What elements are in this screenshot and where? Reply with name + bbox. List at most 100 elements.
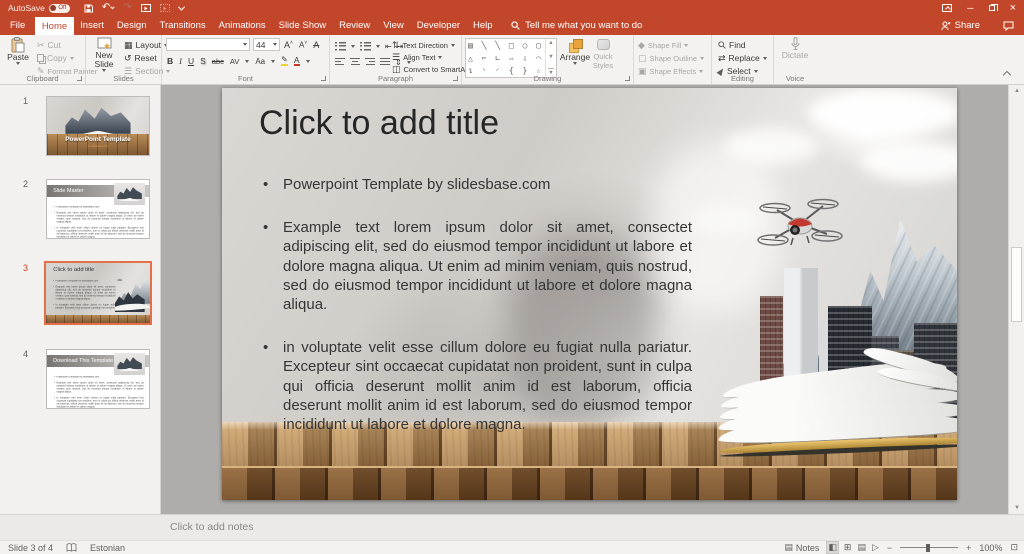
replace-dropdown-icon[interactable] xyxy=(763,57,767,60)
vertical-scrollbar[interactable]: ▲ ▼ xyxy=(1008,85,1024,514)
tab-developer[interactable]: Developer xyxy=(410,16,466,35)
paste-button[interactable]: Paste xyxy=(3,37,33,65)
strikethrough-button[interactable]: abc xyxy=(212,57,224,66)
align-center-button[interactable] xyxy=(350,58,360,66)
select-dropdown-icon[interactable] xyxy=(754,70,758,73)
notes-pane[interactable]: Click to add notes xyxy=(0,514,1024,540)
arrange-button[interactable]: Arrange xyxy=(559,39,591,65)
tab-file[interactable]: File xyxy=(0,16,35,35)
thumbnail-slide-1[interactable]: PowerPoint Template by slidesbase.com xyxy=(46,96,150,156)
text-direction-dropdown-icon[interactable] xyxy=(451,44,455,47)
tab-design[interactable]: Design xyxy=(110,16,153,35)
numbering-dropdown-icon[interactable] xyxy=(376,45,380,48)
autosave-toggle[interactable]: AutoSave Off xyxy=(8,3,70,13)
spell-check-icon[interactable] xyxy=(66,543,77,552)
ribbon-display-options-icon[interactable] xyxy=(942,4,952,12)
align-right-button[interactable] xyxy=(365,58,375,66)
tab-home[interactable]: Home xyxy=(35,17,73,35)
font-size-combobox[interactable]: 44 xyxy=(253,38,280,51)
paste-dropdown-icon[interactable] xyxy=(16,62,20,65)
slide-bullet-1[interactable]: Powerpoint Template by slidesbase.com xyxy=(259,175,692,194)
customize-qat-icon[interactable] xyxy=(179,6,184,11)
zoom-in-button[interactable]: + xyxy=(966,543,971,553)
slide-canvas[interactable]: Click to add title Powerpoint Template b… xyxy=(222,88,957,500)
slide-indicator[interactable]: Slide 3 of 4 xyxy=(8,543,53,553)
gallery-down-icon[interactable]: ▼ xyxy=(548,54,553,60)
undo-button[interactable]: ↶ xyxy=(102,3,114,13)
clear-formatting-button[interactable]: A xyxy=(313,40,319,50)
shapes-gallery-rows[interactable]: ▤ ╲ ╲ □ ○ ▢ △ ⌐ ∟ ⇨ ⇩ ◠ ↴ ◝ ◜ { } ☆ xyxy=(466,39,545,77)
share-button[interactable]: Share xyxy=(941,16,980,35)
language-indicator[interactable]: Estonian xyxy=(90,543,125,553)
text-direction-button[interactable]: ⇅Text Direction xyxy=(392,39,455,51)
shrink-font-button[interactable]: A˅ xyxy=(299,40,307,50)
slide-bullet-3[interactable]: in voluptate velit esse cillum dolore eu… xyxy=(259,338,692,434)
underline-button[interactable]: U xyxy=(188,56,194,66)
font-name-dropdown-icon[interactable] xyxy=(243,43,247,46)
font-color-button[interactable]: A xyxy=(294,56,300,67)
slide-editing-canvas[interactable]: Click to add title Powerpoint Template b… xyxy=(161,85,1008,514)
text-shadow-button[interactable]: S xyxy=(200,56,206,66)
zoom-level[interactable]: 100% xyxy=(979,543,1002,553)
normal-view-button[interactable]: ◧ xyxy=(827,542,838,553)
slide-bullet-2[interactable]: Example text lorem ipsum dolor sit amet,… xyxy=(259,218,692,314)
font-color-dropdown-icon[interactable] xyxy=(306,60,310,63)
numbering-button[interactable] xyxy=(360,42,371,51)
thumbnail-slide-4[interactable]: Download This Template Powerpoint Templa… xyxy=(46,349,150,409)
font-size-dropdown-icon[interactable] xyxy=(273,43,277,46)
start-slideshow-icon[interactable] xyxy=(141,4,151,12)
tab-slide-show[interactable]: Slide Show xyxy=(272,16,333,35)
tab-view[interactable]: View xyxy=(377,16,410,35)
change-case-dropdown-icon[interactable] xyxy=(271,60,275,63)
tab-animations[interactable]: Animations xyxy=(212,16,272,35)
collapse-ribbon-icon[interactable] xyxy=(1003,71,1011,79)
find-button[interactable]: Find xyxy=(718,39,746,51)
reset-button[interactable]: ↺Reset xyxy=(124,52,157,64)
font-dialog-launcher[interactable] xyxy=(321,76,326,81)
tab-help[interactable]: Help xyxy=(467,16,500,35)
thumbnail-slide-2[interactable]: Slide Master Powerpoint Template by slid… xyxy=(46,179,150,239)
autosave-pill[interactable]: Off xyxy=(49,4,70,13)
reading-view-button[interactable]: ▤ xyxy=(857,542,866,553)
zoom-slider[interactable] xyxy=(900,547,958,548)
fit-to-window-icon[interactable]: ⊡ xyxy=(1010,542,1018,553)
slide-sorter-view-button[interactable]: ⊞ xyxy=(844,542,852,553)
font-name-combobox[interactable] xyxy=(166,38,250,51)
align-text-button[interactable]: ☰Align Text xyxy=(392,51,442,63)
clipboard-dialog-launcher[interactable] xyxy=(77,76,82,81)
notes-toggle-button[interactable]: ▤Notes xyxy=(784,542,819,553)
notes-placeholder[interactable]: Click to add notes xyxy=(170,521,253,533)
shapes-gallery[interactable]: ▤ ╲ ╲ □ ○ ▢ △ ⌐ ∟ ⇨ ⇩ ◠ ↴ ◝ ◜ { } ☆ ▲ ▼ … xyxy=(465,38,557,78)
shapes-row-1[interactable]: ▤ ╲ ╲ □ ○ ▢ xyxy=(468,40,543,53)
paragraph-dialog-launcher[interactable] xyxy=(453,76,458,81)
replace-button[interactable]: ⇄Replace xyxy=(718,52,767,64)
character-spacing-dropdown-icon[interactable] xyxy=(245,60,249,63)
grow-font-button[interactable]: A˄ xyxy=(284,40,293,50)
restore-button[interactable] xyxy=(989,5,995,11)
scroll-up-icon[interactable]: ▲ xyxy=(1009,85,1024,97)
undo-dropdown-icon[interactable] xyxy=(111,4,115,8)
tab-transitions[interactable]: Transitions xyxy=(153,16,212,35)
shapes-row-2[interactable]: △ ⌐ ∟ ⇨ ⇩ ◠ xyxy=(468,53,543,66)
decrease-indent-button[interactable]: ⇤ xyxy=(385,42,392,51)
thumbnail-slide-3[interactable]: Click to add title Powerpoint Template b… xyxy=(44,261,152,325)
new-slide-dropdown-icon[interactable] xyxy=(102,69,106,72)
gallery-up-icon[interactable]: ▲ xyxy=(548,40,553,46)
tab-insert[interactable]: Insert xyxy=(74,16,111,35)
character-spacing-button[interactable]: AV xyxy=(230,57,239,66)
zoom-slider-thumb[interactable] xyxy=(926,544,930,552)
highlight-color-button[interactable]: ✎ xyxy=(281,56,288,66)
align-left-button[interactable] xyxy=(335,58,345,66)
slide-title-placeholder[interactable]: Click to add title xyxy=(259,104,499,143)
minimize-button[interactable]: ─ xyxy=(967,3,973,13)
zoom-out-button[interactable]: − xyxy=(887,543,892,553)
tell-me-search[interactable]: Tell me what you want to do xyxy=(511,16,642,35)
change-case-button[interactable]: Aa xyxy=(255,57,265,66)
bullets-button[interactable] xyxy=(335,42,346,51)
italic-button[interactable]: I xyxy=(179,56,182,66)
close-button[interactable]: × xyxy=(1010,2,1016,14)
drawing-dialog-launcher[interactable] xyxy=(625,76,630,81)
tab-review[interactable]: Review xyxy=(333,16,377,35)
bold-button[interactable]: B xyxy=(167,56,173,66)
save-icon[interactable] xyxy=(84,4,93,13)
